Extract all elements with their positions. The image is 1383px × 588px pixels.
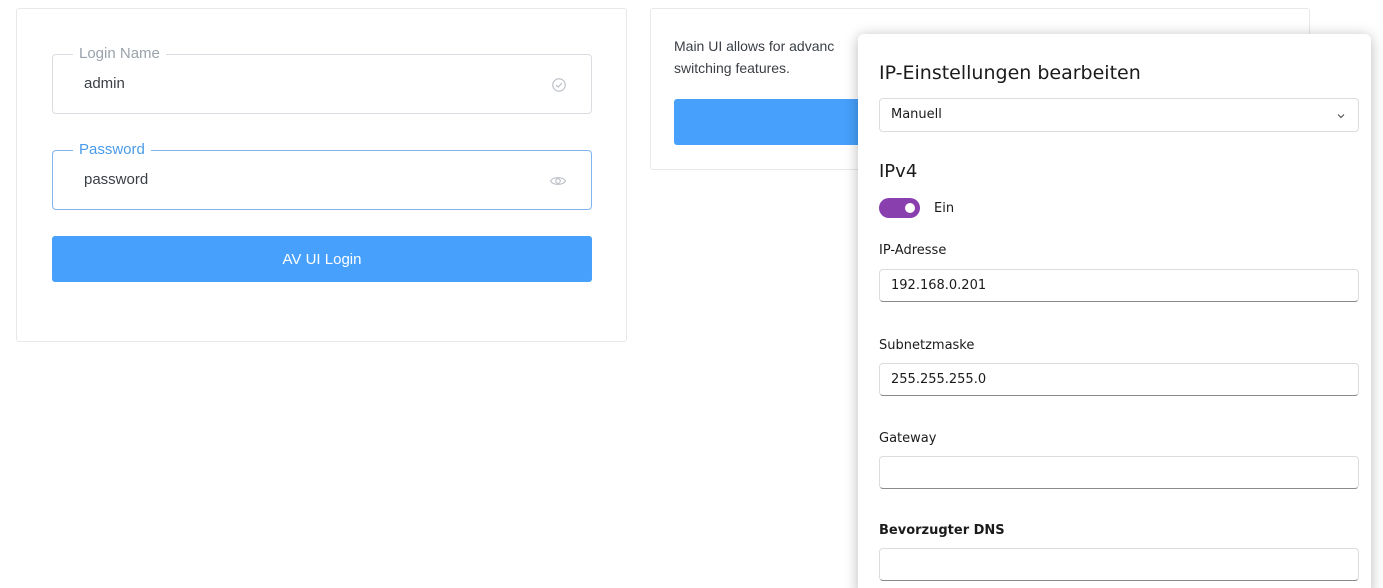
- ipv4-toggle[interactable]: [879, 198, 920, 218]
- login-card: Login Name admin Password password AV UI…: [16, 8, 627, 342]
- subnet-mask-input[interactable]: 255.255.255.0: [879, 363, 1359, 396]
- check-circle-icon: [552, 78, 566, 92]
- login-name-label: Login Name: [73, 45, 166, 63]
- ip-mode-dropdown[interactable]: Manuell: [879, 98, 1359, 132]
- ip-mode-value: Manuell: [891, 107, 942, 122]
- eye-icon[interactable]: [549, 173, 567, 189]
- chevron-down-icon: [1337, 114, 1345, 119]
- ipv4-toggle-label: Ein: [934, 201, 955, 216]
- login-name-field[interactable]: Login Name admin: [52, 45, 592, 114]
- dialog-title: IP-Einstellungen bearbeiten: [879, 62, 1141, 84]
- subnet-mask-label: Subnetzmaske: [879, 338, 975, 353]
- login-name-value: admin: [84, 75, 125, 92]
- preferred-dns-label: Bevorzugter DNS: [879, 523, 1005, 538]
- password-value: password: [84, 171, 149, 188]
- toggle-knob: [905, 203, 915, 213]
- password-label: Password: [73, 141, 151, 159]
- password-field[interactable]: Password password: [52, 141, 592, 210]
- gateway-label: Gateway: [879, 431, 937, 446]
- av-ui-login-button[interactable]: AV UI Login: [52, 236, 592, 282]
- ipv4-heading: IPv4: [879, 161, 918, 182]
- gateway-input[interactable]: [879, 456, 1359, 489]
- preferred-dns-input[interactable]: [879, 548, 1359, 581]
- ip-address-label: IP-Adresse: [879, 243, 947, 258]
- ip-address-input[interactable]: 192.168.0.201: [879, 269, 1359, 302]
- ip-settings-dialog: IP-Einstellungen bearbeiten Manuell IPv4…: [858, 34, 1371, 588]
